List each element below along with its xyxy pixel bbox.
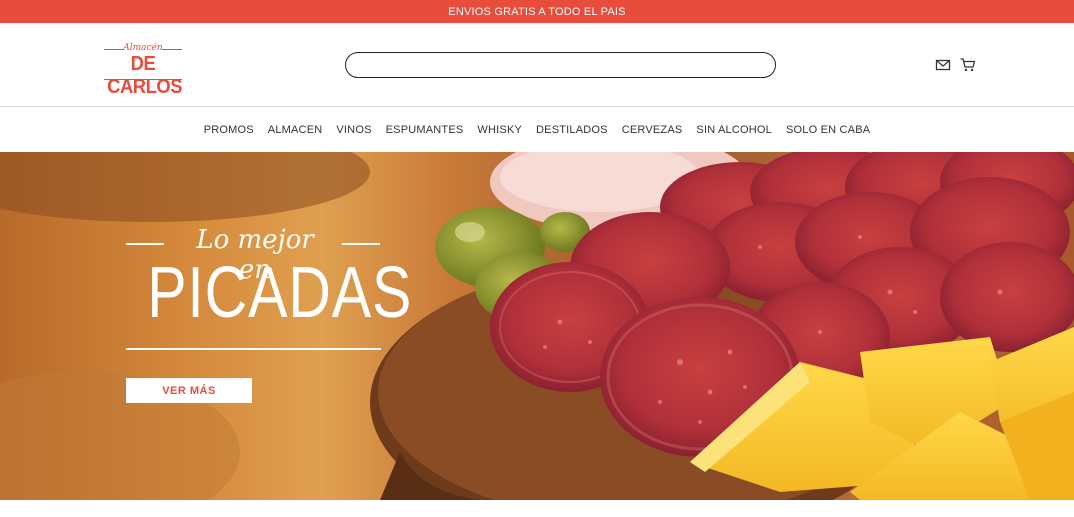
- nav-item-destilados[interactable]: DESTILADOS: [529, 124, 615, 136]
- promo-topbar: ENVIOS GRATIS A TODO EL PAIS: [0, 0, 1074, 23]
- nav-item-sin-alcohol[interactable]: SIN ALCOHOL: [689, 124, 779, 136]
- nav-item-cervezas[interactable]: CERVEZAS: [615, 124, 690, 136]
- hero-line-bottom: [126, 348, 381, 350]
- site-logo[interactable]: Almacén DE CARLOS: [104, 43, 183, 98]
- ver-mas-button[interactable]: VER MÁS: [126, 378, 252, 403]
- logo-small-text: Almacén: [123, 43, 163, 53]
- logo-underline: [104, 79, 182, 80]
- cart-icon[interactable]: [960, 58, 976, 72]
- hero-title: PICADAS: [147, 253, 413, 333]
- mail-icon[interactable]: [935, 58, 951, 72]
- topbar-text: ENVIOS GRATIS A TODO EL PAIS: [448, 5, 626, 18]
- hero-line-right: [342, 243, 380, 245]
- nav-item-almacen[interactable]: ALMACEN: [261, 124, 330, 136]
- hero-line-left: [126, 243, 164, 245]
- nav-item-espumantes[interactable]: ESPUMANTES: [379, 124, 471, 136]
- nav-item-vinos[interactable]: VINOS: [329, 124, 378, 136]
- nav-item-promos[interactable]: PROMOS: [197, 124, 261, 136]
- nav-item-whisky[interactable]: WHISKY: [470, 124, 529, 136]
- main-nav: PROMOS ALMACEN VINOS ESPUMANTES WHISKY D…: [0, 108, 1074, 152]
- site-header: Almacén DE CARLOS: [0, 23, 1074, 107]
- hero-banner[interactable]: Lo mejor en PICADAS VER MÁS: [0, 152, 1074, 500]
- search-input[interactable]: [345, 52, 776, 78]
- nav-item-solo-en-caba[interactable]: SOLO EN CABA: [779, 124, 877, 136]
- logo-big-text: DE CARLOS: [107, 53, 183, 98]
